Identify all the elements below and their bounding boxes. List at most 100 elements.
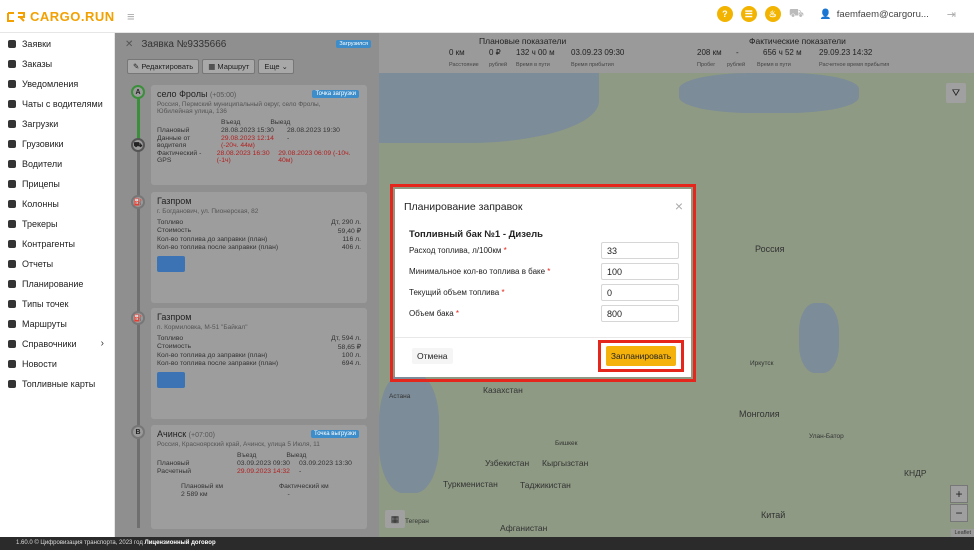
sidebar-item-trailers[interactable]: Прицепы — [0, 174, 114, 194]
stop-card-a[interactable]: Точка загрузки село Фролы (+05:00) Росси… — [151, 85, 367, 185]
sidebar-item-orders[interactable]: Заказы — [0, 54, 114, 74]
current-fuel-input[interactable]: 0 — [601, 284, 679, 301]
map-label: Узбекистан — [485, 458, 530, 468]
gas-station-icon: ⛽ — [131, 311, 145, 325]
label-text: Объем бака — [409, 309, 454, 318]
sidebar-item-loads[interactable]: Загрузки — [0, 114, 114, 134]
sidebar-item-drivers[interactable]: Водители — [0, 154, 114, 174]
stop-card-b[interactable]: Точка выгрузки Ачинск (+07:00) Россия, К… — [151, 425, 367, 529]
min-fuel-input[interactable]: 100 — [601, 263, 679, 280]
row-value: 58,65 ₽ — [337, 344, 361, 351]
sidebar-item-directories[interactable]: Справочники › — [0, 334, 114, 354]
trailer-icon — [8, 180, 16, 188]
zoom-out-button[interactable]: − — [950, 504, 968, 522]
help-icon[interactable]: ? — [716, 6, 733, 22]
plan-km-label: Плановый км — [181, 483, 223, 490]
truck-icon — [8, 140, 16, 148]
fire-icon[interactable]: ♨ — [764, 6, 781, 22]
truck-icon[interactable]: ⛟ — [789, 6, 804, 22]
plan-cost-label: рублей — [489, 62, 508, 68]
stop-marker-b: B — [131, 425, 145, 439]
license-link[interactable]: Лицензионный договор — [145, 540, 216, 546]
menu-toggle-icon[interactable]: ≡ — [127, 9, 135, 24]
stop-address: Россия, Пермский муниципальный округ, се… — [157, 101, 321, 115]
row-value: Дт, 290 л. — [331, 219, 361, 226]
close-icon[interactable]: ✕ — [125, 39, 133, 50]
sidebar-item-driver-chats[interactable]: Чаты с водителями — [0, 94, 114, 114]
stop-marker-a: A — [131, 85, 145, 99]
sidebar-item-requests[interactable]: Заявки — [0, 34, 114, 54]
footer-text: 1.60.0 © Цифровизация транспорта, 2023 г… — [16, 540, 143, 546]
filter-icon[interactable]: ⛛ — [946, 83, 966, 103]
bell-icon — [8, 80, 16, 88]
map-label: Бишкек — [555, 440, 578, 447]
row-value: 28.08.2023 19:30 — [287, 127, 340, 134]
map-label: Туркменистан — [443, 479, 498, 489]
row-value: Дт, 594 л. — [331, 335, 361, 342]
row-value: 116 л. — [342, 236, 361, 243]
stop-name: Газпром — [157, 312, 192, 322]
plan-button[interactable]: Запланировать — [606, 346, 676, 366]
header-actions: ? ☰ ♨ ⛟ 👤 faemfaem@cargoru... ⇥ — [716, 6, 974, 22]
sidebar-item-routes[interactable]: Маршруты — [0, 314, 114, 334]
unloading-point-tag: Точка выгрузки — [311, 430, 359, 438]
sidebar-item-notifications[interactable]: Уведомления — [0, 74, 114, 94]
map-label: КНДР — [904, 468, 927, 478]
fuel-consumption-input[interactable]: 33 — [601, 242, 679, 259]
stop-name: село Фролы — [157, 89, 208, 99]
close-icon[interactable]: × — [675, 198, 683, 214]
map-label: Кыргызстан — [542, 458, 589, 468]
sidebar-item-news[interactable]: Новости — [0, 354, 114, 374]
timeline-progress — [137, 95, 140, 143]
fuel-stop-card[interactable]: Газпром г. Богданович, ул. Пионерская, 8… — [151, 192, 367, 303]
more-button[interactable]: Еще ⌄ — [258, 59, 294, 74]
row-value: 59,40 ₽ — [337, 228, 361, 235]
row-value: 29.08.2023 12:14 (-20ч. 44м) — [221, 135, 274, 149]
row-label: Фактический - GPS — [157, 150, 202, 164]
sidebar-item-point-types[interactable]: Типы точек — [0, 294, 114, 314]
zoom-in-button[interactable]: + — [950, 485, 968, 503]
col-exit: Выезд — [270, 119, 291, 126]
loading-point-tag: Точка загрузки — [312, 90, 359, 98]
stop-address: г. Богданович, ул. Пионерская, 82 — [157, 208, 259, 215]
col-entry: Въезд — [221, 119, 241, 126]
fact-mileage: 208 км — [697, 48, 722, 57]
map-label: Россия — [755, 244, 785, 254]
chat-icon — [8, 100, 16, 108]
field-label: Минимальное кол-во топлива в баке * — [409, 267, 550, 276]
sidebar-item-columns[interactable]: Колонны — [0, 194, 114, 214]
sidebar-item-contractors[interactable]: Контрагенты — [0, 234, 114, 254]
map-attribution[interactable]: Leaflet — [951, 529, 974, 537]
logout-icon[interactable]: ⇥ — [947, 8, 956, 21]
sidebar-item-reports[interactable]: Отчеты — [0, 254, 114, 274]
logo[interactable]: CARGO.RUN — [6, 9, 115, 24]
fuel-stop-card[interactable]: Газпром п. Кормиловка, М-51 "Байкал" Топ… — [151, 308, 367, 419]
modal-title: Планирование заправок — [404, 201, 523, 213]
sidebar-item-trucks[interactable]: Грузовики — [0, 134, 114, 154]
sidebar-item-trackers[interactable]: Трекеры — [0, 214, 114, 234]
clipboard-icon — [8, 40, 16, 48]
sidebar: Заявки Заказы Уведомления Чаты с водител… — [0, 33, 115, 537]
chat-icon[interactable]: ☰ — [740, 6, 757, 22]
cancel-button[interactable]: Отмена — [412, 348, 453, 364]
marker-icon — [8, 300, 16, 308]
map-label: Тегеран — [405, 518, 429, 525]
required-mark: * — [455, 309, 460, 318]
news-icon — [8, 360, 16, 368]
map-label: Улан-Батор — [809, 433, 844, 440]
fact-cost: - — [736, 48, 739, 57]
map-label: Иркутск — [750, 360, 774, 367]
route-button[interactable]: ▦ Маршрут — [202, 59, 256, 74]
download-icon — [8, 120, 16, 128]
fact-arrival: 29.09.23 14:32 — [819, 48, 873, 57]
edit-button[interactable]: ✎ Редактировать — [127, 59, 200, 74]
plan-distance: 0 км — [449, 48, 465, 57]
tank-volume-input[interactable]: 800 — [601, 305, 679, 322]
layers-icon[interactable]: ▦ — [385, 510, 405, 528]
column-icon — [8, 200, 16, 208]
row-label: Кол-во топлива после заправки (план) — [157, 360, 279, 367]
user-menu[interactable]: 👤 faemfaem@cargoru... — [820, 9, 929, 20]
sidebar-item-planning[interactable]: Планирование — [0, 274, 114, 294]
sidebar-item-fuel-cards[interactable]: Топливные карты — [0, 374, 114, 394]
pin-icon — [8, 220, 16, 228]
